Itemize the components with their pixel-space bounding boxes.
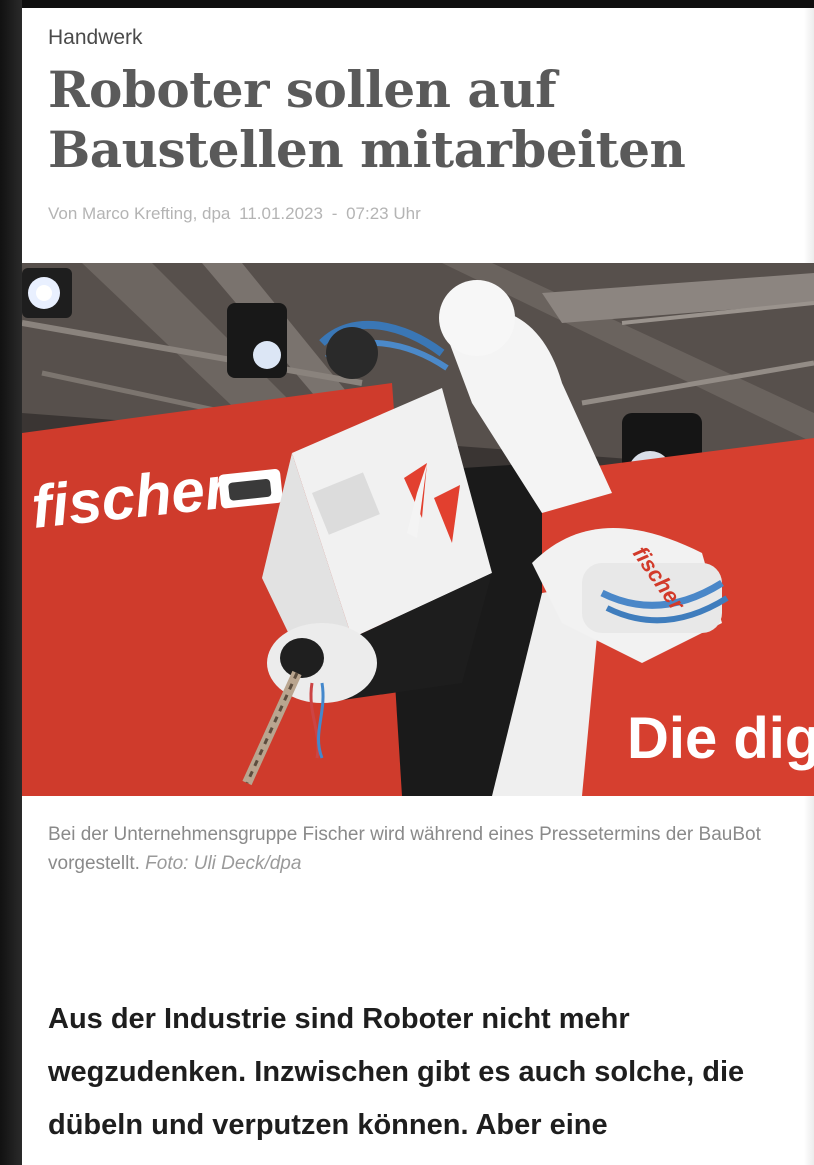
top-shade <box>0 0 814 8</box>
byline-separator: - <box>331 204 338 223</box>
article-lead: Aus der Industrie sind Roboter nicht meh… <box>48 1003 745 1141</box>
byline-time: 07:23 Uhr <box>346 204 421 223</box>
byline-author: Von Marco Krefting, dpa <box>48 204 231 223</box>
article-headline: Roboter sollen auf Baustellen mitarbeite… <box>48 60 686 179</box>
article-byline: Von Marco Krefting, dpa 11.01.2023 - 07:… <box>48 204 425 224</box>
article-kicker[interactable]: Handwerk <box>48 26 143 50</box>
robot-photo-illustration: fischer fischer Die dig <box>22 263 814 796</box>
photo-caption: Bei der Unternehmensgruppe Fischer wird … <box>48 820 788 878</box>
left-shade <box>0 0 22 1165</box>
article: Handwerk Roboter sollen auf Baustellen m… <box>22 8 814 1165</box>
sign-text: Die dig <box>627 706 814 771</box>
byline-date: 11.01.2023 <box>239 204 323 223</box>
photo-credit: Foto: Uli Deck/dpa <box>145 853 302 874</box>
article-photo[interactable]: fischer fischer Die dig <box>22 263 814 796</box>
